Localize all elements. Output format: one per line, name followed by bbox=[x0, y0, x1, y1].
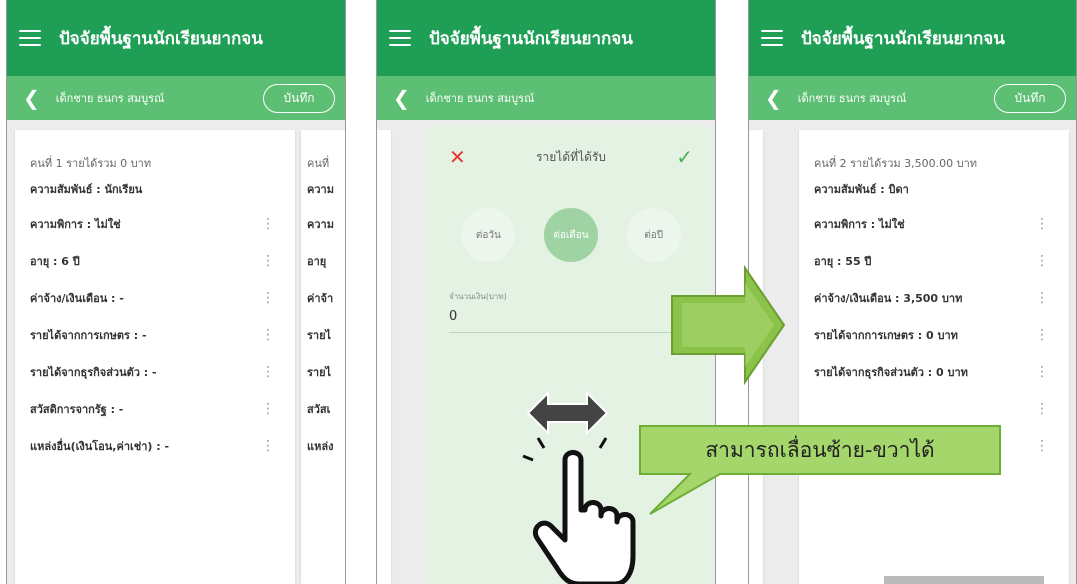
back-arrow-icon[interactable]: ❮ bbox=[23, 88, 40, 108]
save-button[interactable]: บันทึก bbox=[263, 84, 335, 113]
period-per-day[interactable]: ต่อวัน bbox=[461, 208, 516, 262]
save-button[interactable]: บันทึก bbox=[994, 84, 1066, 113]
business-income-row[interactable]: รายได้จากธุรกิจส่วนตัว : - ⋮ bbox=[15, 353, 295, 390]
phone-screen-2: ปัจจัยพื้นฐานนักเรียนยากจน ❮ เด็กชาย ธนก… bbox=[376, 0, 716, 584]
dialog-header: ✕ รายได้ที่ได้รับ ✓ bbox=[429, 126, 713, 188]
more-options-icon[interactable]: ⋮ bbox=[377, 211, 381, 227]
app-title: ปัจจัยพื้นฐานนักเรียนยากจน bbox=[801, 28, 1005, 49]
state-welfare-row[interactable]: สวัสดิการจากรัฐ : - ⋮ bbox=[15, 390, 295, 427]
app-bar: ปัจจัยพื้นฐานนักเรียนยากจน bbox=[7, 0, 345, 76]
sub-bar: ❮ เด็กชาย ธนกร สมบูรณ์ บันทึก bbox=[7, 76, 345, 120]
period-per-year[interactable]: ต่อปี bbox=[626, 208, 681, 262]
more-options-icon[interactable]: ⋮ bbox=[749, 322, 753, 338]
more-options-icon[interactable]: ⋮ bbox=[1035, 290, 1049, 306]
amount-input[interactable]: 0 bbox=[449, 303, 683, 333]
app-bar: ปัจจัยพื้นฐานนักเรียนยากจน bbox=[749, 0, 1076, 76]
more-options-icon[interactable]: ⋮ bbox=[377, 396, 381, 412]
confirm-check-icon[interactable]: ✓ bbox=[676, 145, 693, 169]
income-dialog: ✕ รายได้ที่ได้รับ ✓ ต่อวัน ต่อเดือน ต่อป… bbox=[429, 126, 713, 584]
more-options-icon[interactable]: ⋮ bbox=[1035, 253, 1049, 269]
agriculture-income-row[interactable]: รายได้จากการเกษตร : 0 บาท ⋮ bbox=[799, 316, 1069, 353]
more-options-icon[interactable]: ⋮ bbox=[261, 253, 275, 269]
student-name: เด็กชาย ธนกร สมบูรณ์ bbox=[797, 92, 907, 105]
period-selector: ต่อวัน ต่อเดือน ต่อปี bbox=[429, 188, 713, 262]
student-name: เด็กชาย ธนกร สมบูรณ์ bbox=[425, 92, 535, 105]
hamburger-menu-icon[interactable] bbox=[389, 30, 411, 46]
state-welfare-row[interactable]: ⋮ bbox=[799, 390, 1069, 427]
more-options-icon[interactable]: ⋮ bbox=[261, 401, 275, 417]
other-income-row[interactable]: แหล่งอื่น(เงินโอน,ค่าเช่า) : - ⋮ bbox=[15, 427, 295, 464]
more-options-icon[interactable]: ⋮ bbox=[1035, 327, 1049, 343]
more-options-icon[interactable]: ⋮ bbox=[749, 248, 753, 264]
more-options-icon[interactable]: ⋮ bbox=[377, 322, 381, 338]
more-options-icon[interactable]: ⋮ bbox=[377, 359, 381, 375]
next-person-card-peek[interactable]: คนที่ ความ ความ อายุ ค่าจ้า รายไ รายไ สว… bbox=[301, 130, 345, 584]
amount-label: จำนวนเงิน(บาท) bbox=[449, 292, 507, 301]
more-options-icon[interactable]: ⋮ bbox=[261, 290, 275, 306]
more-options-icon[interactable]: ⋮ bbox=[377, 433, 381, 449]
salary-row[interactable]: ค่าจ้าง/เงินเดือน : 3,500 บาท ⋮ bbox=[799, 279, 1069, 316]
age-row[interactable]: อายุ : 6 ปี ⋮ bbox=[15, 242, 295, 279]
relationship-row: ความสัมพันธ์ : บิดา bbox=[814, 182, 909, 196]
phone-screen-3: ปัจจัยพื้นฐานนักเรียนยากจน ❮ เด็กชาย ธนก… bbox=[748, 0, 1077, 584]
person-card-header: คนที่ 2 รายได้รวม 3,500.00 บาท bbox=[814, 157, 978, 170]
hamburger-menu-icon[interactable] bbox=[19, 30, 41, 46]
prev-person-card-peek[interactable]: ⋮ ⋮ ⋮ ⋮ ⋮ bbox=[749, 130, 763, 584]
more-options-icon[interactable]: ⋮ bbox=[261, 438, 275, 454]
tooltip-text: สามารถเลื่อนซ้าย-ขวาได้ bbox=[705, 438, 935, 462]
disability-row[interactable]: ความพิการ : ไม่ใช่ ⋮ bbox=[799, 205, 1069, 242]
relationship-row: ความสัมพันธ์ : นักเรียน bbox=[30, 182, 143, 196]
dialog-title: รายได้ที่ได้รับ bbox=[536, 149, 606, 164]
more-options-icon[interactable]: ⋮ bbox=[261, 364, 275, 380]
close-icon[interactable]: ✕ bbox=[449, 145, 466, 169]
business-income-row[interactable]: รายได้จากธุรกิจส่วนตัว : 0 บาท ⋮ bbox=[799, 353, 1069, 390]
agriculture-income-row[interactable]: รายได้จากการเกษตร : - ⋮ bbox=[15, 316, 295, 353]
phone-screen-1: ปัจจัยพื้นฐานนักเรียนยากจน ❮ เด็กชาย ธนก… bbox=[6, 0, 346, 584]
scrollbar[interactable] bbox=[884, 576, 1044, 584]
more-options-icon[interactable]: ⋮ bbox=[1035, 438, 1049, 454]
hamburger-menu-icon[interactable] bbox=[761, 30, 783, 46]
disability-row[interactable]: ความพิการ : ไม่ใช่ ⋮ bbox=[15, 205, 295, 242]
prev-person-card-peek[interactable]: ⋮ ⋮ ⋮ ⋮ ⋮ ⋮ ⋮ bbox=[377, 130, 391, 584]
period-per-month[interactable]: ต่อเดือน bbox=[543, 208, 598, 262]
more-options-icon[interactable]: ⋮ bbox=[749, 359, 753, 375]
person-card: คนที่ 1 รายได้รวม 0 บาท ความสัมพันธ์ : น… bbox=[15, 130, 295, 584]
more-options-icon[interactable]: ⋮ bbox=[377, 285, 381, 301]
more-options-icon[interactable]: ⋮ bbox=[749, 211, 753, 227]
student-name: เด็กชาย ธนกร สมบูรณ์ bbox=[55, 92, 165, 105]
person-card: คนที่ 2 รายได้รวม 3,500.00 บาท ความสัมพั… bbox=[799, 130, 1069, 584]
more-options-icon[interactable]: ⋮ bbox=[1035, 216, 1049, 232]
sub-bar: ❮ เด็กชาย ธนกร สมบูรณ์ บันทึก bbox=[749, 76, 1076, 120]
salary-row[interactable]: ค่าจ้าง/เงินเดือน : - ⋮ bbox=[15, 279, 295, 316]
more-options-icon[interactable]: ⋮ bbox=[261, 216, 275, 232]
sub-bar: ❮ เด็กชาย ธนกร สมบูรณ์ bbox=[377, 76, 715, 120]
app-title: ปัจจัยพื้นฐานนักเรียนยากจน bbox=[59, 28, 263, 49]
age-row[interactable]: อายุ : 55 ปี ⋮ bbox=[799, 242, 1069, 279]
more-options-icon[interactable]: ⋮ bbox=[749, 285, 753, 301]
person-card-header: คนที่ 1 รายได้รวม 0 บาท bbox=[30, 157, 152, 170]
more-options-icon[interactable]: ⋮ bbox=[1035, 401, 1049, 417]
back-arrow-icon[interactable]: ❮ bbox=[393, 88, 410, 108]
app-title: ปัจจัยพื้นฐานนักเรียนยากจน bbox=[429, 28, 633, 49]
more-options-icon[interactable]: ⋮ bbox=[261, 327, 275, 343]
app-bar: ปัจจัยพื้นฐานนักเรียนยากจน bbox=[377, 0, 715, 76]
more-options-icon[interactable]: ⋮ bbox=[377, 248, 381, 264]
back-arrow-icon[interactable]: ❮ bbox=[765, 88, 782, 108]
more-options-icon[interactable]: ⋮ bbox=[1035, 364, 1049, 380]
